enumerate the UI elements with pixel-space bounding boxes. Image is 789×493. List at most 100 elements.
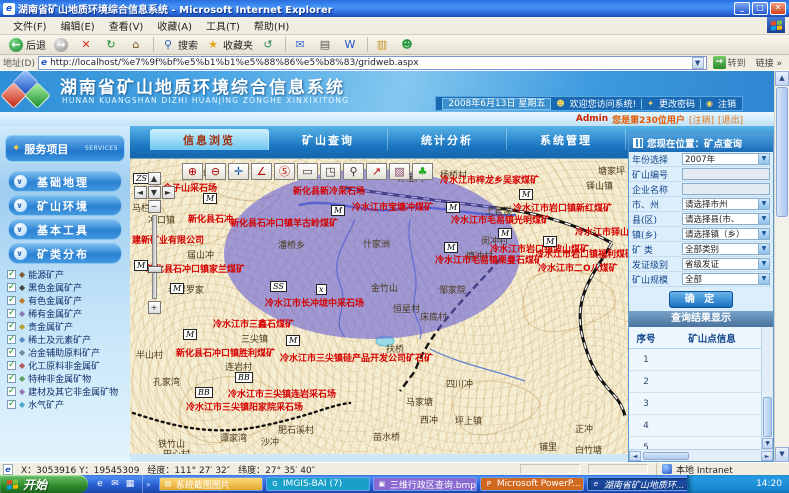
forward-button[interactable]: → bbox=[50, 37, 75, 53]
map-marker[interactable]: BB bbox=[235, 372, 253, 383]
tray-antivirus-icon[interactable] bbox=[720, 480, 729, 489]
mine-label[interactable]: 冷水江市三鑫石煤矿 bbox=[213, 317, 294, 330]
layer-item[interactable]: ✓ ◆ 水气矿产 bbox=[7, 398, 130, 410]
table-row[interactable]: 1 bbox=[629, 349, 761, 371]
taskbar-window-button[interactable]: ▤ 系统截图图片 bbox=[159, 477, 263, 491]
mine-label[interactable]: 冷水江市宝塘冲煤矿 bbox=[352, 200, 433, 213]
map-viewport[interactable]: 金子山采石场新化县新冷采石场冷水江市梓龙乡吴家煤矿冷水江市宝塘冲煤矿新化县石冲新… bbox=[130, 158, 628, 454]
confirm-button[interactable]: 确 定 bbox=[669, 291, 733, 308]
map-marker[interactable]: x bbox=[316, 284, 327, 295]
menu-item[interactable]: 文件(F) bbox=[6, 17, 54, 34]
start-button[interactable]: 开始 bbox=[0, 475, 88, 493]
map-marker[interactable]: M bbox=[519, 189, 533, 200]
quicklaunch-mail-icon[interactable]: ✉ bbox=[109, 478, 121, 490]
mine-label[interactable]: 冷水江市三尖镇连岩采石场 bbox=[228, 387, 336, 400]
toolbar-button[interactable] bbox=[285, 37, 286, 52]
tray-printer-icon[interactable] bbox=[696, 480, 705, 489]
page-scrollbar[interactable]: ▲ ▼ bbox=[774, 71, 789, 462]
mine-label[interactable]: 冷水江市三尖镇阳家院采石场 bbox=[186, 400, 303, 413]
sidebar-accordion-button[interactable]: ∨ 基本工具 bbox=[8, 219, 122, 240]
table-row[interactable]: 4 bbox=[629, 415, 761, 437]
menu-item[interactable]: 查看(V) bbox=[102, 17, 151, 34]
toolbar-button[interactable] bbox=[367, 37, 368, 52]
close-button[interactable]: ✕ bbox=[770, 2, 786, 15]
messenger-button[interactable]: ☻ bbox=[396, 37, 421, 53]
table-row[interactable]: 5 bbox=[629, 437, 761, 449]
layer-checkbox[interactable]: ✓ bbox=[7, 283, 16, 292]
layer-checkbox[interactable]: ✓ bbox=[7, 374, 16, 383]
zoom-slider-track[interactable] bbox=[152, 215, 157, 299]
home-button[interactable]: ⌂ bbox=[125, 37, 150, 53]
tab[interactable]: 系统管理 bbox=[507, 129, 626, 150]
layer-item[interactable]: ✓ ◆ 有色金属矿产 bbox=[7, 294, 130, 306]
minimize-button[interactable]: _ bbox=[734, 2, 750, 15]
layer-item[interactable]: ✓ ◆ 冶金辅助原料矿产 bbox=[7, 346, 130, 358]
results-vertical-scrollbar[interactable]: ▼ bbox=[761, 327, 773, 449]
field-control[interactable] bbox=[682, 183, 770, 195]
layer-item[interactable]: ✓ ◆ 稀土及元素矿产 bbox=[7, 333, 130, 345]
table-row[interactable]: 3 bbox=[629, 393, 761, 415]
identify-tool[interactable]: ⚲ bbox=[343, 163, 364, 180]
measure-tool[interactable]: ∠ bbox=[251, 163, 272, 180]
scroll-right-icon[interactable]: ► bbox=[761, 451, 773, 461]
tray-input-icon[interactable] bbox=[744, 480, 753, 489]
map-marker[interactable]: M bbox=[331, 205, 345, 216]
mine-label[interactable]: 冷水江市铎山镇 bbox=[575, 225, 628, 238]
results-horizontal-scrollbar[interactable]: ◄ ► bbox=[629, 449, 773, 461]
pan-tool[interactable]: ✛ bbox=[228, 163, 249, 180]
menu-item[interactable]: 收藏(A) bbox=[150, 17, 199, 34]
layer-item[interactable]: ✓ ◆ 建材及其它非金属矿物 bbox=[7, 385, 130, 397]
stop-tool[interactable]: Ⓢ bbox=[274, 163, 295, 180]
scroll-down-icon[interactable]: ▼ bbox=[775, 447, 789, 462]
map-marker[interactable]: M bbox=[446, 202, 460, 213]
layer-checkbox[interactable]: ✓ bbox=[7, 309, 16, 318]
mine-label[interactable]: 冷水江市二O八煤矿 bbox=[538, 261, 618, 274]
taskbar-window-button[interactable]: G IMGIS-BAI (7) bbox=[266, 477, 370, 491]
dropdown-arrow-icon[interactable] bbox=[758, 274, 769, 284]
select-box-tool[interactable]: ◳ bbox=[320, 163, 341, 180]
pan-right-button[interactable]: ► bbox=[162, 186, 175, 199]
tab[interactable]: 矿山查询 bbox=[269, 129, 388, 150]
search-button[interactable]: ⚲ 搜索 bbox=[157, 36, 202, 53]
scroll-left-icon[interactable]: ◄ bbox=[629, 451, 641, 461]
layer-checkbox[interactable]: ✓ bbox=[7, 400, 16, 409]
dropdown-arrow-icon[interactable] bbox=[758, 259, 769, 269]
map-marker[interactable]: M bbox=[543, 236, 557, 247]
scrollbar-thumb[interactable] bbox=[643, 452, 689, 460]
folder-button[interactable]: ▥ bbox=[371, 37, 396, 53]
layer-checkbox[interactable]: ✓ bbox=[7, 361, 16, 370]
pan-left-button[interactable]: ◄ bbox=[134, 186, 147, 199]
map-marker[interactable]: BB bbox=[195, 387, 213, 398]
layer-checkbox[interactable]: ✓ bbox=[7, 335, 16, 344]
map-marker[interactable]: M bbox=[203, 193, 217, 204]
menu-item[interactable]: 帮助(H) bbox=[247, 17, 296, 34]
scrollbar-thumb[interactable] bbox=[763, 397, 772, 437]
layer-item[interactable]: ✓ ◆ 化工原料非金属矿 bbox=[7, 359, 130, 371]
sidebar-accordion-button[interactable]: ∨ 基础地理 bbox=[8, 171, 122, 192]
zoom-box-tool[interactable]: ▭ bbox=[297, 163, 318, 180]
zoom-out-slider-button[interactable]: − bbox=[148, 200, 161, 213]
table-row[interactable]: 2 bbox=[629, 371, 761, 393]
layer-item[interactable]: ✓ ◆ 特种非金属矿物 bbox=[7, 372, 130, 384]
mine-label[interactable]: 冷水江市长冲垅中采石场 bbox=[265, 296, 364, 309]
dropdown-arrow-icon[interactable] bbox=[758, 154, 769, 164]
address-input[interactable]: e http://localhost/%e7%9f%bf%e5%b1%b1%e5… bbox=[38, 56, 707, 70]
logout-link[interactable]: 注销 bbox=[718, 97, 736, 110]
dropdown-arrow-icon[interactable] bbox=[758, 214, 769, 224]
map-marker[interactable]: M bbox=[444, 242, 458, 253]
zoom-in-slider-button[interactable]: + bbox=[148, 301, 161, 314]
mine-label[interactable]: 新化县石冲口镇胜利煤矿 bbox=[176, 346, 275, 359]
field-control[interactable]: 请选择市州 bbox=[682, 198, 770, 210]
mine-label[interactable]: 冷水江市毛易镇栗曼石煤矿 bbox=[435, 253, 543, 266]
address-dropdown-icon[interactable]: ▼ bbox=[692, 57, 704, 69]
dropdown-arrow-icon[interactable] bbox=[758, 229, 769, 239]
scroll-down-icon[interactable]: ▼ bbox=[762, 438, 773, 449]
field-control[interactable]: 省级发证 bbox=[682, 258, 770, 270]
tab[interactable]: 信息浏览 bbox=[150, 129, 269, 150]
sidebar-accordion-button[interactable]: ∨ 矿山环境 bbox=[8, 195, 122, 216]
taskbar-window-button[interactable]: ▣ 三维行政区查询.bmp bbox=[373, 477, 477, 491]
taskbar-window-button[interactable]: P Microsoft PowerP... bbox=[480, 477, 584, 491]
favorites-button[interactable]: ★ 收藏夹 bbox=[202, 36, 257, 53]
quicklaunch-desktop-icon[interactable]: ▦ bbox=[124, 478, 136, 490]
logout-bracket-link[interactable]: [注销] bbox=[689, 113, 714, 126]
